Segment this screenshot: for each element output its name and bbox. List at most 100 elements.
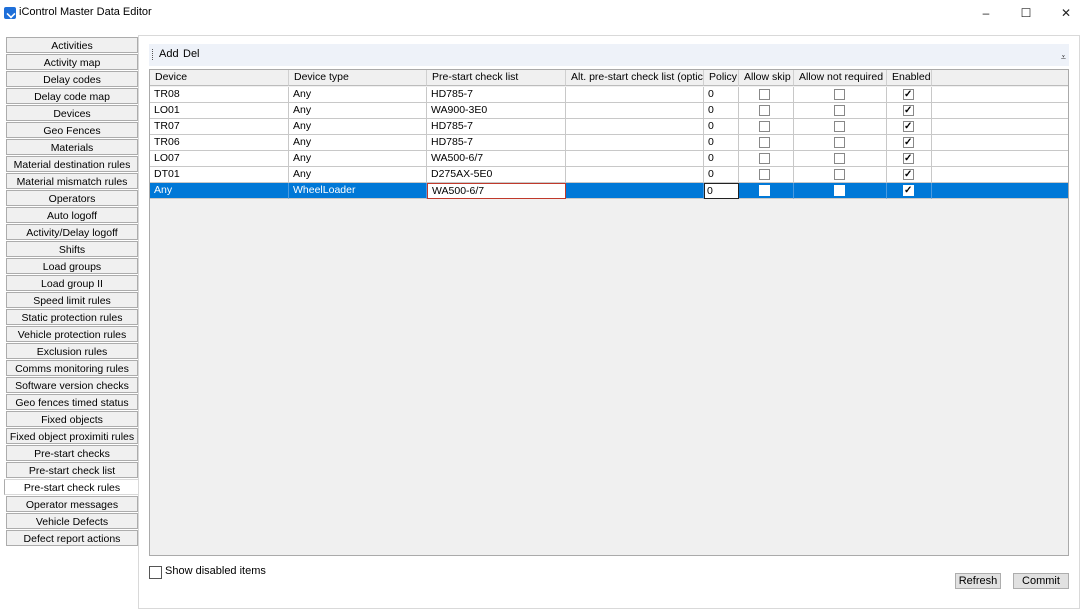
sidebar-item-speed-limit-rules[interactable]: Speed limit rules [6, 292, 138, 308]
sidebar-item-pre-start-check-list[interactable]: Pre-start check list [6, 462, 138, 478]
cell-device[interactable]: DT01 [150, 167, 289, 183]
cell-alt-check-list[interactable] [566, 87, 704, 103]
cell-allow-skip[interactable] [739, 103, 794, 119]
sidebar-item-pre-start-checks[interactable]: Pre-start checks [6, 445, 138, 461]
sidebar-item-comms-monitoring-rules[interactable]: Comms monitoring rules [6, 360, 138, 376]
cell-enabled[interactable] [887, 167, 932, 183]
sidebar-item-operator-messages[interactable]: Operator messages [6, 496, 138, 512]
column-header-check-list[interactable]: Pre-start check list [427, 70, 566, 86]
sidebar-item-pre-start-check-rules[interactable]: Pre-start check rules [4, 479, 140, 495]
cell-device[interactable]: Any [150, 183, 289, 199]
allow-not-required-checkbox[interactable] [834, 89, 845, 100]
minimize-button[interactable]: – [968, 0, 1004, 28]
cell-alt-check-list[interactable] [566, 135, 704, 151]
cell-allow-not-required[interactable] [794, 87, 887, 103]
allow-not-required-checkbox[interactable] [834, 105, 845, 116]
cell-device-type[interactable]: WheelLoader [289, 183, 427, 199]
delete-button[interactable]: Del [183, 48, 200, 60]
cell-device[interactable]: TR07 [150, 119, 289, 135]
sidebar-item-fixed-object-proximiti-rules[interactable]: Fixed object proximiti rules [6, 428, 138, 444]
sidebar-item-software-version-checks[interactable]: Software version checks [6, 377, 138, 393]
cell-policy[interactable]: 0 [704, 135, 739, 151]
cell-policy[interactable]: 0 [704, 183, 739, 199]
column-header-enabled[interactable]: Enabled [887, 70, 932, 86]
cell-allow-not-required[interactable] [794, 183, 887, 199]
cell-policy[interactable]: 0 [704, 87, 739, 103]
cell-enabled[interactable] [887, 119, 932, 135]
cell-enabled[interactable] [887, 151, 932, 167]
allow-skip-checkbox[interactable] [759, 137, 770, 148]
cell-allow-not-required[interactable] [794, 103, 887, 119]
column-header-policy[interactable]: Policy [704, 70, 739, 86]
commit-button[interactable]: Commit [1013, 573, 1069, 589]
sidebar-item-activities[interactable]: Activities [6, 37, 138, 53]
sidebar-item-defect-report-actions[interactable]: Defect report actions [6, 530, 138, 546]
cell-allow-not-required[interactable] [794, 151, 887, 167]
cell-check-list[interactable]: HD785-7 [427, 135, 566, 151]
allow-skip-checkbox[interactable] [759, 185, 770, 196]
cell-allow-skip[interactable] [739, 151, 794, 167]
column-header-device[interactable]: Device [150, 70, 289, 86]
allow-skip-checkbox[interactable] [759, 169, 770, 180]
cell-check-list[interactable]: HD785-7 [427, 87, 566, 103]
sidebar-item-activity-delay-logoff[interactable]: Activity/Delay logoff [6, 224, 138, 240]
cell-device-type[interactable]: Any [289, 119, 427, 135]
cell-check-list[interactable]: WA500-6/7 [427, 183, 566, 199]
cell-allow-skip[interactable] [739, 167, 794, 183]
cell-alt-check-list[interactable] [566, 119, 704, 135]
allow-not-required-checkbox[interactable] [834, 137, 845, 148]
cell-policy[interactable]: 0 [704, 119, 739, 135]
cell-device-type[interactable]: Any [289, 167, 427, 183]
cell-allow-skip[interactable] [739, 87, 794, 103]
column-header-alt-check-list[interactable]: Alt. pre-start check list (optic [566, 70, 704, 86]
allow-skip-checkbox[interactable] [759, 89, 770, 100]
cell-alt-check-list[interactable] [566, 183, 704, 199]
allow-not-required-checkbox[interactable] [834, 169, 845, 180]
cell-device[interactable]: LO01 [150, 103, 289, 119]
sidebar-item-load-groups[interactable]: Load groups [6, 258, 138, 274]
cell-enabled[interactable] [887, 183, 932, 199]
cell-enabled[interactable] [887, 103, 932, 119]
sidebar-item-fixed-objects[interactable]: Fixed objects [6, 411, 138, 427]
enabled-checkbox[interactable] [903, 151, 914, 166]
cell-check-list[interactable]: D275AX-5E0 [427, 167, 566, 183]
cell-allow-skip[interactable] [739, 183, 794, 199]
cell-check-list[interactable]: WA500-6/7 [427, 151, 566, 167]
sidebar-item-delay-codes[interactable]: Delay codes [6, 71, 138, 87]
sidebar-item-devices[interactable]: Devices [6, 105, 138, 121]
cell-device-type[interactable]: Any [289, 87, 427, 103]
column-header-allow-skip[interactable]: Allow skip [739, 70, 794, 86]
sidebar-item-load-group-ii[interactable]: Load group II [6, 275, 138, 291]
sidebar-item-auto-logoff[interactable]: Auto logoff [6, 207, 138, 223]
sidebar-item-static-protection-rules[interactable]: Static protection rules [6, 309, 138, 325]
column-header-device-type[interactable]: Device type [289, 70, 427, 86]
column-header-allow-not-required[interactable]: Allow not required [794, 70, 887, 86]
allow-not-required-checkbox[interactable] [834, 185, 845, 196]
cell-allow-not-required[interactable] [794, 119, 887, 135]
sidebar-item-materials[interactable]: Materials [6, 139, 138, 155]
cell-allow-not-required[interactable] [794, 167, 887, 183]
cell-device[interactable]: LO07 [150, 151, 289, 167]
allow-skip-checkbox[interactable] [759, 121, 770, 132]
enabled-checkbox[interactable] [903, 135, 914, 150]
cell-policy[interactable]: 0 [704, 167, 739, 183]
show-disabled-checkbox[interactable] [149, 566, 162, 579]
cell-device-type[interactable]: Any [289, 135, 427, 151]
cell-policy[interactable]: 0 [704, 151, 739, 167]
sidebar-item-material-mismatch-rules[interactable]: Material mismatch rules [6, 173, 138, 189]
sidebar-item-exclusion-rules[interactable]: Exclusion rules [6, 343, 138, 359]
sidebar-item-material-destination-rules[interactable]: Material destination rules [6, 156, 138, 172]
cell-alt-check-list[interactable] [566, 103, 704, 119]
enabled-checkbox[interactable] [903, 119, 914, 134]
cell-device-type[interactable]: Any [289, 151, 427, 167]
sidebar-item-geo-fences[interactable]: Geo Fences [6, 122, 138, 138]
enabled-checkbox[interactable] [903, 103, 914, 118]
cell-alt-check-list[interactable] [566, 151, 704, 167]
sidebar-item-geo-fences-timed-status[interactable]: Geo fences timed status [6, 394, 138, 410]
cell-check-list[interactable]: HD785-7 [427, 119, 566, 135]
allow-not-required-checkbox[interactable] [834, 153, 845, 164]
cell-enabled[interactable] [887, 135, 932, 151]
cell-device-type[interactable]: Any [289, 103, 427, 119]
cell-allow-skip[interactable] [739, 135, 794, 151]
add-button[interactable]: Add [159, 48, 179, 60]
